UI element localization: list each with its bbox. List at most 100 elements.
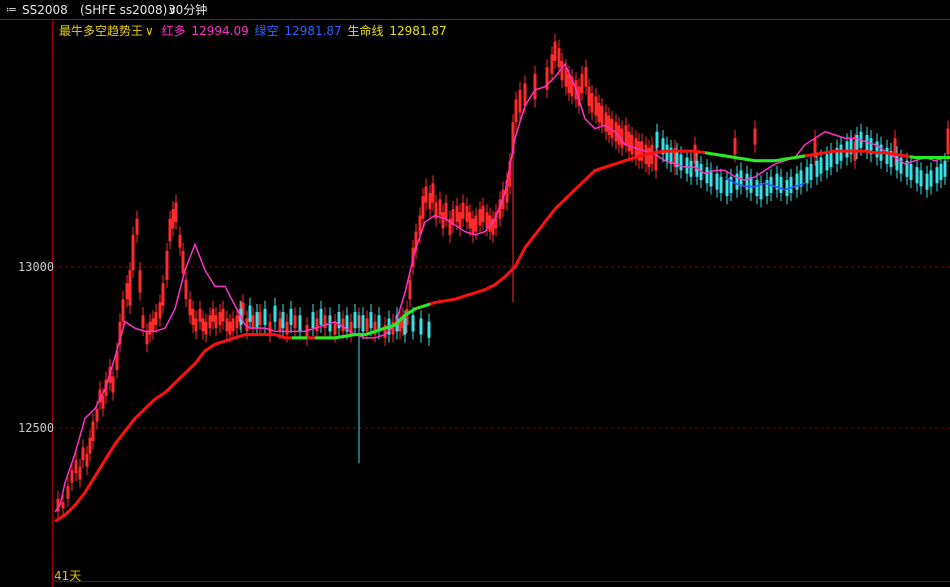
candle-body xyxy=(138,270,142,293)
candle-body xyxy=(361,315,365,332)
chevron-down-icon[interactable]: ∨ xyxy=(168,3,177,17)
candle-body xyxy=(935,167,939,184)
candle-body xyxy=(184,279,188,300)
candle-body xyxy=(590,93,594,113)
candle-body xyxy=(749,176,753,193)
candle-body xyxy=(171,209,175,229)
candle-body xyxy=(943,160,947,177)
candle-body xyxy=(468,212,472,229)
candle-body xyxy=(819,157,823,174)
candle-body xyxy=(128,270,132,306)
candle-body xyxy=(225,318,229,332)
candle-body xyxy=(285,321,289,335)
candle-body xyxy=(779,176,783,193)
candle-body xyxy=(946,128,950,155)
candle-body xyxy=(178,234,182,248)
candle-body xyxy=(218,312,222,325)
candle-body xyxy=(181,250,185,274)
candle-body xyxy=(424,186,428,203)
symbol-code[interactable]: SS2008 xyxy=(22,0,68,20)
candle-body xyxy=(298,315,302,332)
candle-body xyxy=(620,128,624,148)
window-link-icon[interactable]: ≔ xyxy=(6,0,17,20)
candle-body xyxy=(258,312,262,325)
candle-body xyxy=(485,212,489,229)
candle-body xyxy=(411,315,415,332)
lifeline-value: 12981.87 xyxy=(389,24,447,38)
indicator-legend: 最牛多空趋势王 ∨ 红多 12994.09 绿空 12981.87 生命线 129… xyxy=(59,23,449,39)
candle-body xyxy=(408,279,412,300)
candle-body xyxy=(587,86,591,106)
chevron-down-icon[interactable]: ∨ xyxy=(145,24,154,38)
candle-body xyxy=(719,176,723,193)
candle-body xyxy=(235,315,239,329)
candle-body xyxy=(323,315,327,329)
candle-body xyxy=(81,447,85,461)
candle-body xyxy=(208,315,212,329)
candle-body xyxy=(319,308,323,325)
green-short-label: 绿空 xyxy=(254,24,279,38)
chart-plot-area[interactable] xyxy=(53,20,950,582)
candle-body xyxy=(679,154,683,171)
candle-body xyxy=(95,408,99,422)
indicator-selector[interactable]: 最牛多空趋势王 ∨ xyxy=(59,24,156,38)
candle-body xyxy=(428,192,432,210)
candle-body xyxy=(607,115,611,135)
candlestick-chart[interactable] xyxy=(53,20,950,582)
candle-body xyxy=(855,134,859,152)
candle-body xyxy=(647,147,651,168)
candle-body xyxy=(550,54,554,74)
candle-body xyxy=(441,212,445,229)
indicator-name[interactable]: 最牛多空趋势王 xyxy=(59,24,143,38)
candle-body xyxy=(121,299,125,322)
candle-body xyxy=(553,41,557,61)
candle-body xyxy=(455,205,459,222)
candle-body xyxy=(111,376,115,393)
candle-body xyxy=(789,176,793,193)
candle-body xyxy=(278,318,282,332)
candle-body xyxy=(709,170,713,187)
candle-body xyxy=(88,437,92,454)
candle-body xyxy=(403,318,407,335)
candle-body xyxy=(909,163,913,181)
red-long-value: 12994.09 xyxy=(191,24,249,38)
candle-body xyxy=(809,163,813,181)
candle-body xyxy=(825,154,829,171)
candle-body xyxy=(204,321,208,335)
candle-body xyxy=(624,125,628,145)
candle-body xyxy=(131,234,135,271)
candle-body xyxy=(665,144,669,161)
candle-body xyxy=(597,102,601,123)
candle-body xyxy=(465,205,469,222)
candle-body xyxy=(438,199,442,216)
period-selector[interactable]: 30分钟 ∨ xyxy=(168,0,207,20)
candle-body xyxy=(70,469,74,483)
candle-body xyxy=(161,283,165,306)
candle-body xyxy=(431,183,435,203)
candle-body xyxy=(604,112,608,132)
candle-body xyxy=(268,321,272,335)
candle-body xyxy=(745,173,749,190)
candle-body xyxy=(885,147,889,164)
red-long-label: 红多 xyxy=(161,24,186,38)
candle-body xyxy=(939,163,943,181)
candle-body xyxy=(753,128,757,145)
candle-body xyxy=(845,141,849,158)
candle-body xyxy=(815,160,819,177)
candle-body xyxy=(85,453,89,467)
candle-body xyxy=(444,202,448,219)
candle-body xyxy=(419,318,423,335)
candle-body xyxy=(759,183,763,200)
candle-body xyxy=(135,218,139,235)
candle-body xyxy=(333,321,337,335)
title-bar: ≔ SS2008 (SHFE ss2008) 30分钟 ∨ xyxy=(0,0,950,20)
candle-body xyxy=(311,312,315,329)
candle-body xyxy=(427,321,431,338)
exchange-code: (SHFE ss2008) xyxy=(80,3,168,17)
green-short-value: 12981.87 xyxy=(284,24,342,38)
candle-body xyxy=(919,170,923,187)
candle-body xyxy=(281,312,285,329)
lifeline-green-segment xyxy=(704,151,806,163)
candle-body xyxy=(895,154,899,171)
candle-body xyxy=(715,173,719,190)
